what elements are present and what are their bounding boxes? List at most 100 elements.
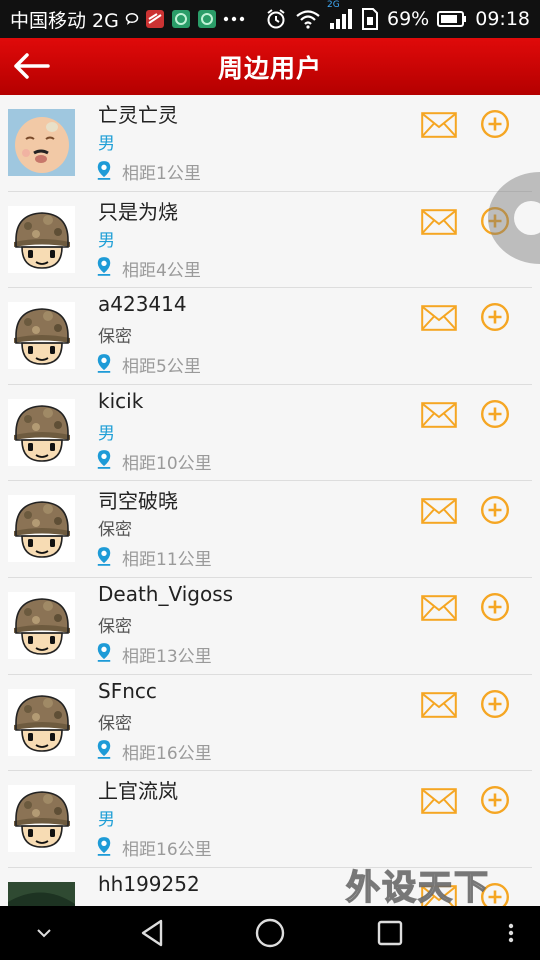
- message-button[interactable]: [421, 788, 457, 814]
- carrier-label: 中国移动 2G: [10, 9, 119, 32]
- avatar[interactable]: [8, 591, 75, 659]
- user-row[interactable]: 只是为烧男 相距4公里: [8, 192, 532, 289]
- add-friend-button[interactable]: [480, 592, 510, 622]
- status-bar: 中国移动 2G 2G 69% 09:18: [0, 0, 540, 38]
- user-distance: 相距16公里: [96, 835, 212, 860]
- hide-nav-button[interactable]: [24, 914, 64, 952]
- avatar[interactable]: [8, 109, 75, 176]
- avatar[interactable]: [8, 881, 75, 906]
- nav-recents-button[interactable]: [368, 914, 412, 952]
- chat-bubble-icon: [125, 12, 139, 26]
- distance-label: 相距10公里: [122, 453, 212, 474]
- message-button[interactable]: [421, 401, 457, 428]
- message-button[interactable]: [421, 595, 457, 621]
- user-name: SFncc: [98, 678, 157, 703]
- user-row[interactable]: a423414 保密 相距5公里: [8, 288, 532, 385]
- add-friend-button[interactable]: [480, 399, 510, 429]
- add-friend-button[interactable]: [480, 495, 510, 525]
- nav-menu-button[interactable]: [496, 914, 526, 952]
- more-dots-icon: [223, 15, 245, 23]
- user-row[interactable]: kicik 男 相距10公里: [8, 385, 532, 482]
- message-button[interactable]: [421, 691, 457, 718]
- arrow-left-icon: [14, 53, 50, 79]
- user-row[interactable]: 司空破晓 保密 相距11公里: [8, 481, 532, 578]
- location-pin-icon: [96, 546, 112, 570]
- location-pin-icon: [96, 353, 112, 377]
- nav-home-button[interactable]: [248, 914, 292, 952]
- avatar[interactable]: [8, 495, 75, 563]
- page-title: 周边用户: [217, 53, 322, 83]
- wifi-icon: [295, 9, 321, 29]
- avatar[interactable]: [8, 205, 75, 273]
- huawei-icon: [197, 9, 217, 29]
- network-tag: 2G: [327, 0, 340, 10]
- user-name: 亡灵亡灵: [98, 103, 178, 127]
- alarm-icon: [265, 8, 287, 30]
- user-distance: 相距4公里: [96, 256, 201, 281]
- distance-label: 相距16公里: [122, 743, 212, 764]
- user-distance: 相距5公里: [96, 352, 201, 377]
- status-right: 2G 69% 09:18: [265, 0, 530, 30]
- user-row[interactable]: Death_Vigoss 保密 相距13公里: [8, 578, 532, 675]
- envelope-icon: [421, 884, 457, 906]
- message-button[interactable]: [421, 305, 457, 331]
- avatar[interactable]: [8, 785, 75, 853]
- distance-label: 相距16公里: [122, 840, 212, 861]
- envelope-icon: [421, 208, 457, 239]
- avatar[interactable]: [8, 302, 75, 370]
- add-friend-button[interactable]: [480, 785, 510, 815]
- user-row[interactable]: hh199252男: [8, 868, 532, 906]
- add-friend-button[interactable]: [480, 109, 510, 139]
- plus-circle-icon: [480, 303, 510, 336]
- user-distance: 相距10公里: [96, 449, 212, 474]
- user-row[interactable]: 亡灵亡灵男 相距1公里: [8, 95, 532, 192]
- envelope-icon: [421, 691, 457, 722]
- plus-circle-icon: [480, 109, 510, 143]
- user-distance: 相距13公里: [96, 642, 212, 667]
- user-gender: 保密: [98, 616, 132, 637]
- plus-circle-icon: [480, 592, 510, 626]
- title-bar: 周边用户: [0, 38, 540, 95]
- envelope-icon: [421, 112, 457, 142]
- recents-square-icon: [377, 920, 403, 946]
- clock: 09:18: [475, 8, 530, 30]
- back-button[interactable]: [8, 44, 54, 88]
- more-vertical-icon: [508, 923, 514, 943]
- huawei-icon: [171, 9, 191, 29]
- user-row[interactable]: SFncc 保密 相距16公里: [8, 675, 532, 772]
- plus-circle-icon: [480, 496, 510, 529]
- user-name: 只是为烧: [98, 199, 178, 224]
- envelope-icon: [421, 305, 457, 335]
- add-friend-button[interactable]: [480, 882, 510, 906]
- location-pin-icon: [96, 160, 112, 184]
- user-name: 上官流岚: [98, 779, 178, 804]
- user-gender: 男: [98, 423, 115, 444]
- user-name: kicik: [98, 388, 144, 413]
- user-gender: 保密: [98, 713, 132, 734]
- message-button[interactable]: [421, 498, 457, 525]
- add-friend-button[interactable]: [480, 689, 510, 719]
- plus-circle-icon: [480, 786, 510, 819]
- user-name: 司空破晓: [98, 489, 178, 514]
- nearby-users-list[interactable]: 亡灵亡灵男 相距1公里 只是为烧男 相距4公里 a423414保密 相距5公里: [0, 95, 540, 906]
- avatar[interactable]: [8, 688, 75, 756]
- location-pin-icon: [96, 739, 112, 763]
- distance-label: 相距11公里: [122, 550, 212, 571]
- message-button[interactable]: [421, 884, 457, 906]
- nav-back-button[interactable]: [130, 914, 174, 952]
- distance-label: 相距4公里: [122, 260, 201, 281]
- distance-label: 相距5公里: [122, 357, 201, 378]
- location-pin-icon: [96, 836, 112, 860]
- user-name: a423414: [98, 292, 187, 317]
- add-friend-button[interactable]: [480, 302, 510, 332]
- message-button[interactable]: [421, 112, 457, 138]
- signal-icon: 2G: [327, 0, 353, 30]
- user-gender: 男: [98, 230, 115, 251]
- user-row[interactable]: 上官流岚男 相距16公里: [8, 771, 532, 868]
- user-distance: 相距11公里: [96, 545, 212, 570]
- message-button[interactable]: [421, 208, 457, 235]
- avatar[interactable]: [8, 398, 75, 466]
- status-left: 中国移动 2G: [10, 6, 245, 33]
- app-icon: [145, 9, 165, 29]
- back-triangle-icon: [141, 919, 163, 947]
